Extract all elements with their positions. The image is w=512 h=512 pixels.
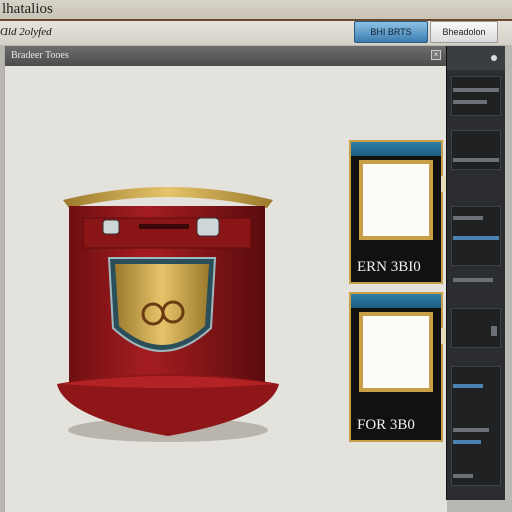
sidebar-row bbox=[453, 216, 483, 220]
sidebar-row bbox=[453, 278, 493, 282]
sidebar-row bbox=[453, 428, 489, 432]
picture-frame bbox=[359, 160, 433, 240]
sidebar-row bbox=[453, 158, 499, 162]
sidebar-row bbox=[453, 384, 483, 388]
product-price: ERN 3BI0 bbox=[357, 259, 421, 275]
right-sidebar bbox=[446, 46, 505, 500]
tab-secondary[interactable]: Bheadolon bbox=[430, 21, 498, 43]
sidebar-row bbox=[453, 440, 481, 444]
panel-header: Bradeer Tooes × bbox=[5, 46, 447, 66]
sidebar-panel[interactable] bbox=[451, 130, 501, 170]
menu-dot-icon[interactable] bbox=[491, 55, 497, 61]
sidebar-header bbox=[447, 46, 505, 70]
main-panel: Bradeer Tooes × ERN 3BI0 FOR 3B0 bbox=[4, 46, 449, 512]
sidebar-panel[interactable] bbox=[451, 76, 501, 116]
picture-frame bbox=[359, 312, 433, 392]
panel-title: Bradeer Tooes bbox=[11, 50, 69, 61]
sidebar-row bbox=[453, 100, 487, 104]
close-icon[interactable]: × bbox=[431, 50, 441, 60]
app-title: lhatalios bbox=[2, 1, 53, 17]
sidebar-row bbox=[491, 326, 497, 336]
product-price: FOR 3B0 bbox=[357, 417, 415, 433]
product-card-1[interactable]: ERN 3BI0 bbox=[349, 140, 449, 284]
sidebar-row bbox=[453, 474, 473, 478]
sidebar-row bbox=[453, 88, 499, 92]
app-titlebar: lhatalios bbox=[0, 0, 512, 21]
mailbox-product-image[interactable] bbox=[55, 178, 281, 448]
product-card-2[interactable]: FOR 3B0 bbox=[349, 292, 449, 442]
card-banner bbox=[351, 294, 441, 308]
tab-primary[interactable]: BHI BRTS IBOTTS bbox=[354, 21, 428, 57]
sidebar-row bbox=[453, 236, 499, 240]
breadcrumb: Ɑld 2olyfed bbox=[0, 26, 52, 38]
card-banner bbox=[351, 142, 441, 156]
